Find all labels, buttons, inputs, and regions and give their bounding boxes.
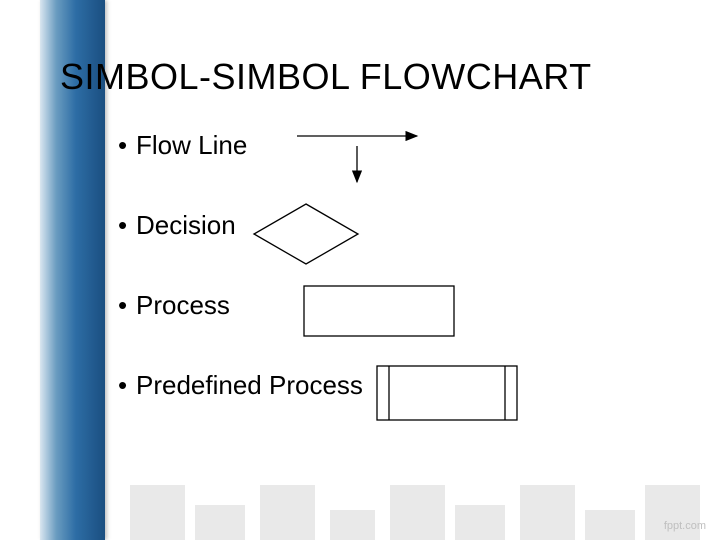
list-item: •Decision bbox=[118, 210, 680, 290]
decision-symbol bbox=[236, 210, 680, 290]
bullet-text: Decision bbox=[136, 210, 236, 240]
bullet-label: •Decision bbox=[118, 210, 236, 241]
list-item: •Process bbox=[118, 290, 680, 370]
list-item: •Predefined Process bbox=[118, 370, 680, 450]
bullet-text: Process bbox=[136, 290, 230, 320]
predefined-process-symbol bbox=[363, 370, 680, 450]
slide-title: SIMBOL-SIMBOL FLOWCHART bbox=[60, 56, 690, 98]
process-symbol bbox=[230, 290, 680, 370]
bullet-label: •Process bbox=[118, 290, 230, 321]
bullet-text: Flow Line bbox=[136, 130, 247, 160]
arrow-icon bbox=[287, 122, 487, 202]
predefined-rectangle-icon bbox=[373, 362, 543, 442]
footer-decoration bbox=[0, 460, 720, 540]
rectangle-icon bbox=[300, 282, 480, 362]
bullet-text: Predefined Process bbox=[136, 370, 363, 400]
bullet-label: •Predefined Process bbox=[118, 370, 363, 401]
slide: SIMBOL-SIMBOL FLOWCHART •Flow Line •Deci… bbox=[0, 0, 720, 540]
watermark: fppt.com bbox=[664, 520, 706, 532]
bullet-list: •Flow Line •Decision bbox=[118, 130, 680, 450]
bullet-label: •Flow Line bbox=[118, 130, 247, 161]
diamond-icon bbox=[246, 198, 386, 278]
list-item: •Flow Line bbox=[118, 130, 680, 210]
